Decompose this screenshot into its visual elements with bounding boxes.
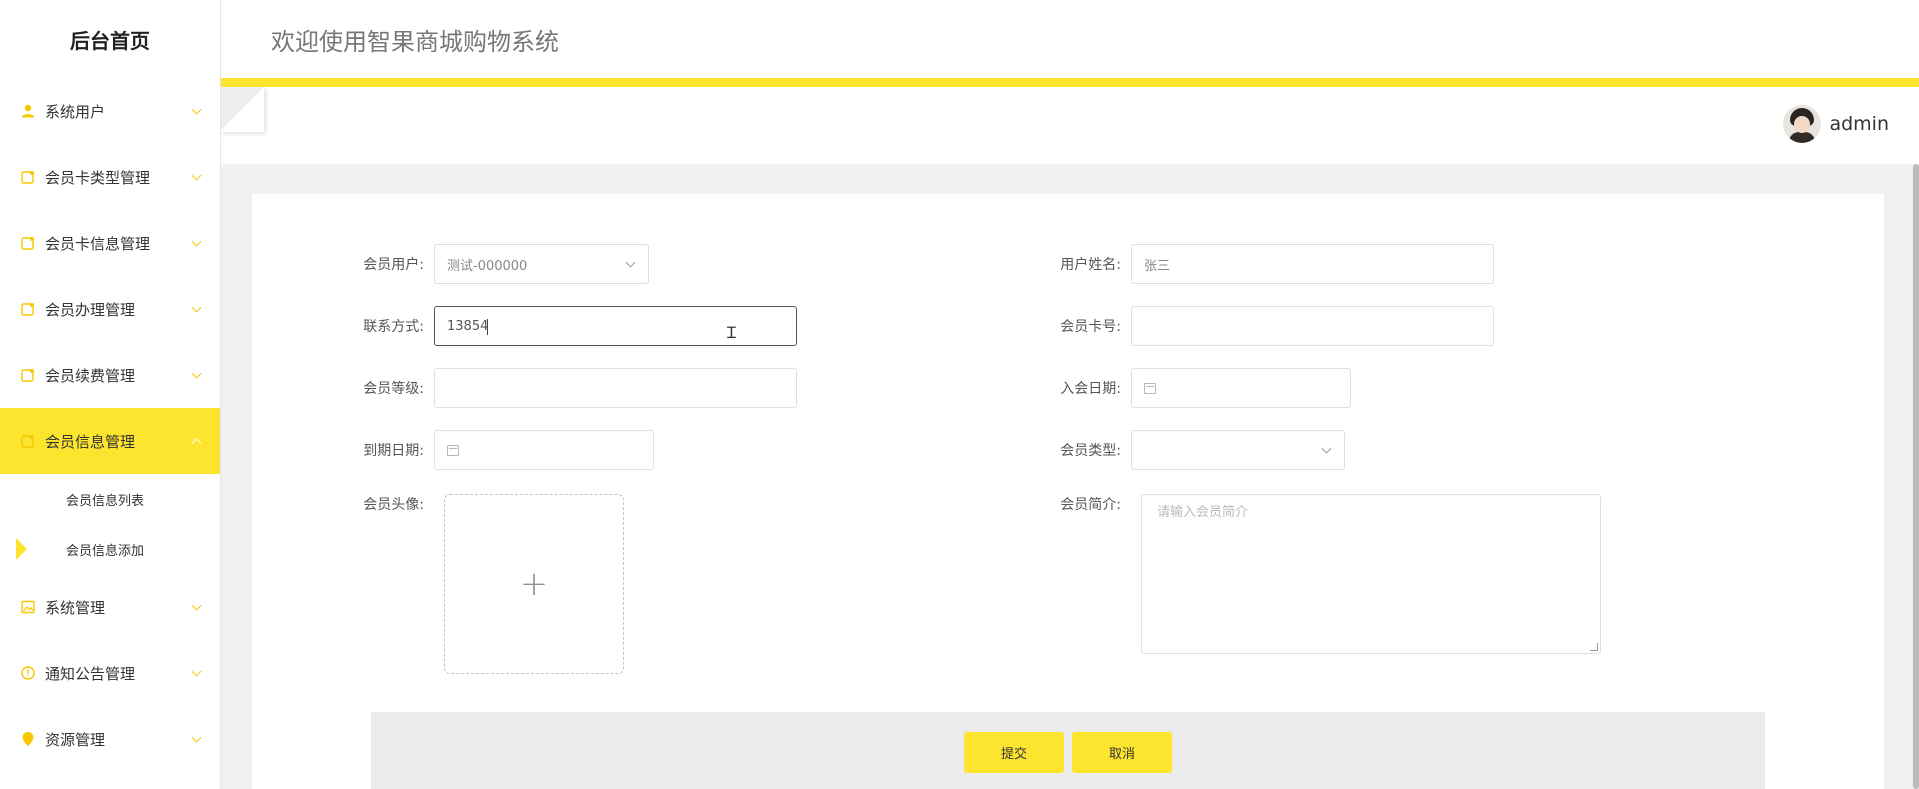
contact-value: 13854 xyxy=(447,318,489,334)
avatar-upload[interactable]: + xyxy=(444,494,624,674)
plus-icon: + xyxy=(519,564,549,604)
user-name-value: 张三 xyxy=(1144,258,1171,274)
sidebar-item-member-info[interactable]: 会员信息管理 xyxy=(0,408,220,474)
intro-textarea[interactable]: 请输入会员简介 xyxy=(1141,494,1601,654)
sidebar: 后台首页 系统用户 会员卡类型管理 会员卡信息管理 会员办理管理 会员续费管理 … xyxy=(0,0,221,789)
join-date-picker[interactable] xyxy=(1131,368,1351,408)
sidebar-collapse-toggle[interactable] xyxy=(221,87,264,132)
cancel-button[interactable]: 取消 xyxy=(1072,732,1172,773)
calendar-icon xyxy=(1144,382,1156,394)
field-join-date: 入会日期: xyxy=(1043,368,1351,408)
join-date-label: 入会日期: xyxy=(1060,381,1121,397)
member-type-label: 会员类型: xyxy=(1060,443,1121,459)
note-icon xyxy=(20,235,36,251)
expire-date-label: 到期日期: xyxy=(363,443,424,459)
field-user-name: 用户姓名: 张三 xyxy=(1043,244,1494,284)
note-icon xyxy=(20,367,36,383)
member-user-label: 会员用户: xyxy=(363,257,424,273)
header: 欢迎使用智果商城购物系统 xyxy=(221,0,1919,78)
member-user-select[interactable]: 测试-000000 xyxy=(434,244,649,284)
intro-label: 会员简介: xyxy=(1060,497,1121,513)
member-type-select[interactable] xyxy=(1131,430,1345,470)
form-panel: 会员用户: 测试-000000 用户姓名: 张三 联系方式: 13854 Ɪ 会… xyxy=(252,194,1884,789)
ibeam-cursor-icon: Ɪ xyxy=(727,323,736,342)
note-icon xyxy=(20,301,36,317)
main-content: 会员用户: 测试-000000 用户姓名: 张三 联系方式: 13854 Ɪ 会… xyxy=(221,164,1919,789)
note-icon xyxy=(20,169,36,185)
sidebar-item-member-renewal[interactable]: 会员续费管理 xyxy=(0,342,220,408)
resize-grip-icon[interactable] xyxy=(1590,643,1598,651)
field-avatar: 会员头像: xyxy=(346,494,434,514)
user-name-input[interactable]: 张三 xyxy=(1131,244,1494,284)
card-no-label: 会员卡号: xyxy=(1060,319,1121,335)
top-toolbar: admin xyxy=(221,87,1919,164)
contact-input[interactable]: 13854 Ɪ xyxy=(434,306,797,346)
location-pin-icon xyxy=(20,731,36,747)
level-input[interactable] xyxy=(434,368,797,408)
submit-button[interactable]: 提交 xyxy=(964,732,1064,773)
field-member-type: 会员类型: xyxy=(1043,430,1345,470)
chevron-down-icon xyxy=(625,257,636,268)
logo-home-link[interactable]: 后台首页 xyxy=(0,0,220,78)
contact-label: 联系方式: xyxy=(363,319,424,335)
field-intro: 会员简介: xyxy=(1043,494,1131,514)
sidebar-item-system-users[interactable]: 系统用户 xyxy=(0,78,220,144)
page-title: 欢迎使用智果商城购物系统 xyxy=(271,28,559,56)
sidebar-item-card-types[interactable]: 会员卡类型管理 xyxy=(0,144,220,210)
sidebar-item-member-handling[interactable]: 会员办理管理 xyxy=(0,276,220,342)
calendar-icon xyxy=(447,444,459,456)
image-icon xyxy=(20,599,36,615)
sidebar-item-card-info[interactable]: 会员卡信息管理 xyxy=(0,210,220,276)
chevron-down-icon xyxy=(1321,443,1332,454)
avatar-label: 会员头像: xyxy=(363,497,424,513)
field-expire-date: 到期日期: xyxy=(346,430,654,470)
header-accent-bar xyxy=(221,78,1919,87)
note-icon xyxy=(20,433,36,449)
user-menu[interactable]: admin xyxy=(1783,105,1889,143)
sidebar-item-notice-management[interactable]: 通知公告管理 xyxy=(0,640,220,706)
text-caret xyxy=(487,319,488,335)
sidebar-menu: 系统用户 会员卡类型管理 会员卡信息管理 会员办理管理 会员续费管理 会员信息管… xyxy=(0,78,220,772)
user-name-label: 用户姓名: xyxy=(1060,257,1121,273)
field-card-no: 会员卡号: xyxy=(1043,306,1494,346)
scrollbar[interactable] xyxy=(1913,164,1919,789)
form-actions: 提交 取消 xyxy=(371,712,1765,789)
sidebar-subitem-member-list[interactable]: 会员信息列表 xyxy=(0,474,220,524)
card-no-input[interactable] xyxy=(1131,306,1494,346)
avatar xyxy=(1783,105,1822,143)
sidebar-subitem-member-add[interactable]: 会员信息添加 xyxy=(0,524,220,574)
member-user-value: 测试-000000 xyxy=(447,258,528,274)
user-icon xyxy=(20,103,36,119)
field-level: 会员等级: xyxy=(346,368,797,408)
intro-placeholder: 请输入会员简介 xyxy=(1157,505,1249,520)
field-contact: 联系方式: 13854 Ɪ xyxy=(346,306,797,346)
level-label: 会员等级: xyxy=(363,381,424,397)
expire-date-picker[interactable] xyxy=(434,430,654,470)
sidebar-item-system-management[interactable]: 系统管理 xyxy=(0,574,220,640)
username: admin xyxy=(1829,113,1889,135)
alert-circle-icon xyxy=(20,665,36,681)
field-member-user: 会员用户: 测试-000000 xyxy=(346,244,649,284)
sidebar-item-resource-management[interactable]: 资源管理 xyxy=(0,706,220,772)
